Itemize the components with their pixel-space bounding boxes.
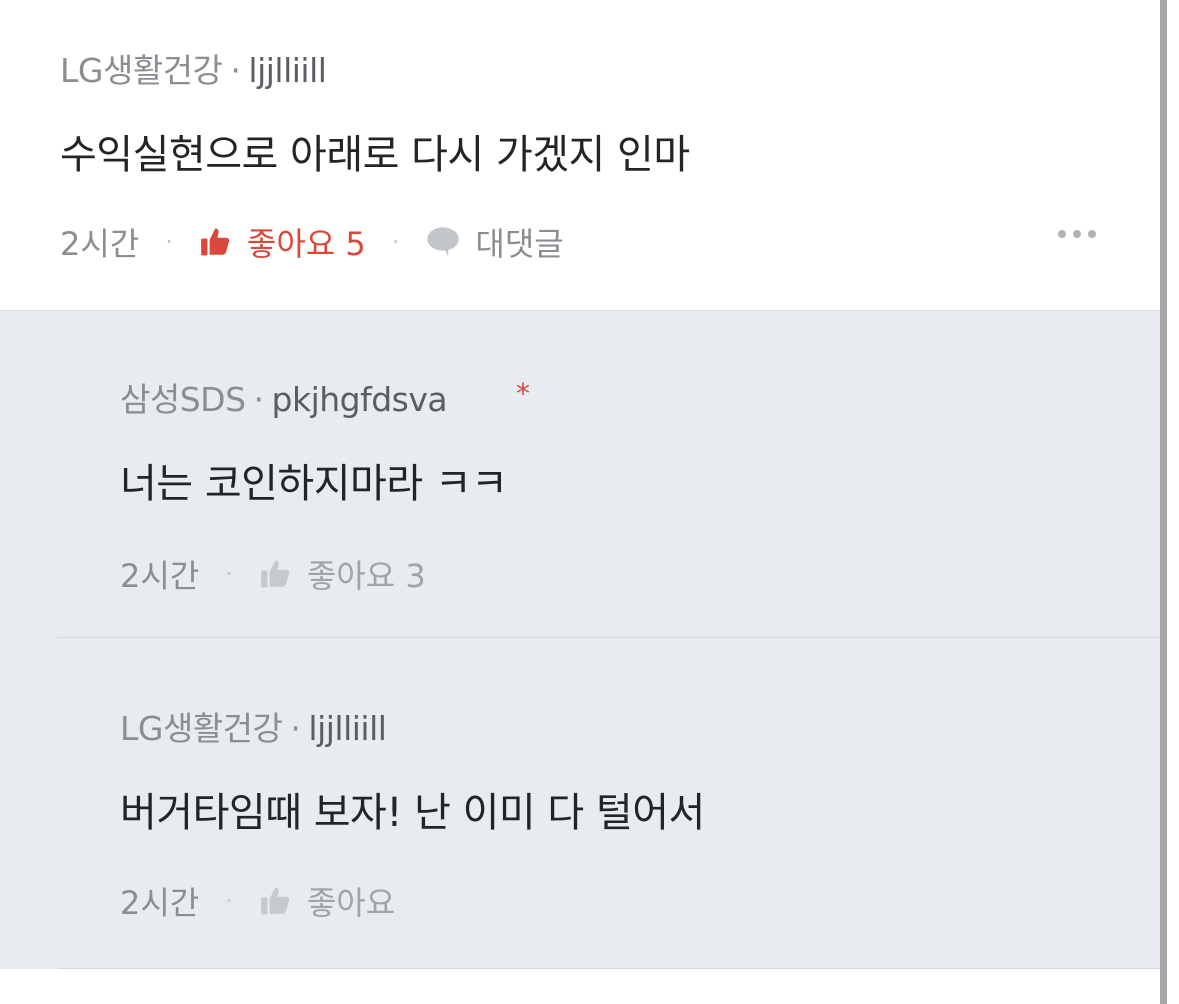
author-company: LG생활건강	[60, 51, 223, 90]
author-marker: *	[516, 377, 530, 410]
thumbs-up-icon	[201, 228, 230, 256]
reply-button[interactable]: 대댓글	[425, 219, 564, 265]
speech-bubble-icon	[427, 227, 460, 257]
reply-time: 2시간	[120, 884, 200, 922]
scrollbar[interactable]	[1159, 0, 1167, 1004]
thumbs-up-icon	[261, 560, 290, 588]
author-separator: ·	[230, 51, 241, 90]
author-separator: ·	[253, 380, 265, 419]
reply-list: 삼성SDS · pkjhgfdsva * 너는 코인하지마라 ㅋㅋ 2시간 · 좋아…	[0, 311, 1160, 1004]
reply-author: LG생활건강 · ljjlliill	[120, 702, 387, 750]
more-dots-icon	[1058, 230, 1066, 238]
reply-time: 2시간	[120, 557, 200, 595]
action-separator: ·	[225, 887, 233, 915]
like-label: 좋아요 3	[306, 557, 426, 595]
reply-author: 삼성SDS · pkjhgfdsva	[120, 373, 448, 421]
author-nickname: ljjlliill	[308, 709, 387, 748]
author-nickname: ljjlliill	[248, 51, 327, 90]
action-separator: ·	[225, 560, 233, 588]
like-button[interactable]: 좋아요 3	[259, 551, 426, 597]
like-button[interactable]: 좋아요 5	[199, 219, 366, 265]
comment-text: 수익실현으로 아래로 다시 가겠지 인마	[60, 132, 690, 178]
author-company: LG생활건강	[120, 709, 283, 748]
reply-actions: 2시간 · 좋아요 3	[120, 551, 426, 597]
action-separator: ·	[391, 228, 400, 256]
action-separator: ·	[165, 228, 173, 256]
more-options-button[interactable]	[1058, 230, 1096, 238]
reply-label: 대댓글	[475, 225, 564, 263]
like-label: 좋아요 5	[246, 225, 366, 263]
reply-text: 버거타임때 보자! 난 이미 다 털어서	[120, 790, 705, 836]
reply-text: 너는 코인하지마라 ㅋㅋ	[120, 461, 508, 507]
comment-author: LG생활건강 · ljjlliill	[60, 44, 327, 92]
reply-item: LG생활건강 · ljjlliill 버거타임때 보자! 난 이미 다 털어서 2시…	[0, 638, 1160, 969]
list-bottom	[0, 969, 1160, 1004]
like-button[interactable]: 좋아요	[259, 878, 395, 924]
reply-actions: 2시간 · 좋아요	[120, 878, 395, 924]
comment-time: 2시간	[60, 225, 140, 263]
like-label: 좋아요	[306, 884, 396, 922]
comment: LG생활건강 · ljjlliill 수익실현으로 아래로 다시 가겠지 인마 2시…	[0, 0, 1160, 311]
author-separator: ·	[290, 709, 301, 748]
comment-actions: 2시간 · 좋아요 5 · 대댓글	[60, 219, 564, 265]
author-company: 삼성SDS	[120, 380, 246, 419]
reply-item: 삼성SDS · pkjhgfdsva * 너는 코인하지마라 ㅋㅋ 2시간 · 좋아…	[0, 311, 1160, 641]
thumbs-up-icon	[261, 887, 290, 915]
author-nickname: pkjhgfdsva	[271, 380, 448, 419]
